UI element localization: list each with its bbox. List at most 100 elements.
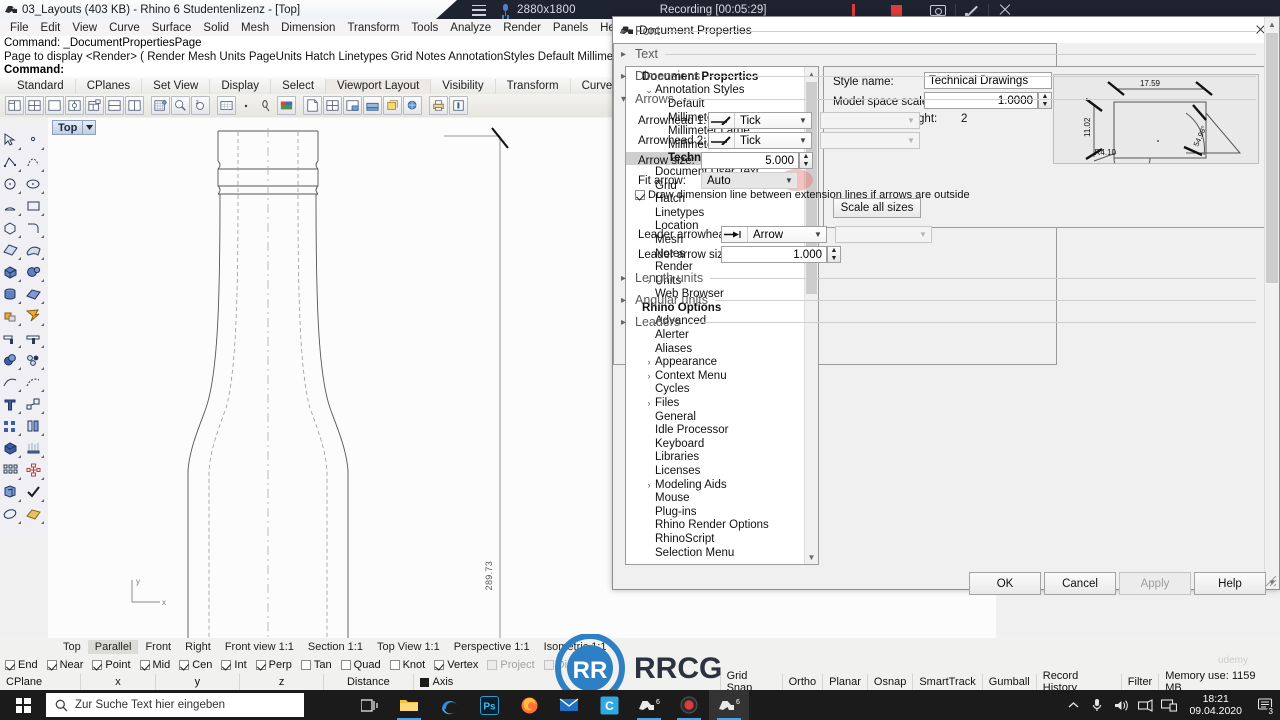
checkbox-icon[interactable] [139, 659, 150, 670]
view-tab-isometric[interactable]: Isometric 1:1 [537, 640, 614, 654]
status-planar[interactable]: Planar [823, 674, 868, 690]
status-gumball[interactable]: Gumball [983, 674, 1037, 690]
menu-item-curve[interactable]: Curve [103, 21, 146, 35]
mirror-icon[interactable] [23, 416, 46, 438]
microphone-icon[interactable] [1085, 690, 1109, 720]
osnap-point[interactable]: Point [92, 659, 131, 671]
firefox-icon[interactable] [509, 690, 549, 720]
tab-standard[interactable]: Standard [6, 79, 76, 94]
status-filter[interactable]: Filter [1122, 674, 1160, 690]
menu-item-transform[interactable]: Transform [341, 21, 405, 35]
resize-grip-icon[interactable] [1265, 575, 1277, 587]
section-leaders[interactable]: ▸ Leaders [621, 314, 1256, 330]
trim-icon[interactable] [0, 328, 23, 350]
hamburger-icon[interactable] [472, 4, 486, 16]
tab-set-view[interactable]: Set View [142, 79, 211, 94]
status-cplane[interactable]: CPlane [0, 674, 82, 690]
status-smarttrack[interactable]: SmartTrack [913, 674, 983, 690]
clock[interactable]: 18:21 09.04.2020 [1181, 693, 1250, 717]
viewport-split-horizontal-icon[interactable] [105, 96, 124, 115]
ok-button[interactable]: OK [969, 572, 1041, 595]
split-icon[interactable] [23, 328, 46, 350]
search-input[interactable]: Zur Suche Text hier eingeben [46, 693, 304, 717]
menu-item-mesh[interactable]: Mesh [235, 21, 275, 35]
boolean-union-icon[interactable] [0, 306, 23, 328]
viewport-four-view-icon[interactable] [25, 96, 44, 115]
checkbox-icon[interactable] [340, 659, 351, 670]
checkbox-icon[interactable] [221, 659, 232, 670]
osnap-end[interactable]: End [5, 659, 38, 671]
check-icon[interactable] [23, 482, 46, 504]
volume-icon[interactable] [1109, 690, 1133, 720]
viewport-single-icon[interactable] [45, 96, 64, 115]
chevron-down-icon[interactable]: ▼ [795, 113, 811, 128]
leader-arrowhead-secondary-select[interactable]: ▼ [835, 226, 932, 243]
menu-item-analyze[interactable]: Analyze [444, 21, 497, 35]
ellipse-icon[interactable] [23, 174, 46, 196]
arrowhead2-secondary-select[interactable]: ▼ [820, 132, 920, 149]
osnap-int[interactable]: Int [221, 659, 247, 671]
array-icon[interactable] [23, 438, 46, 460]
camera-icon[interactable] [929, 4, 946, 16]
menu-item-edit[interactable]: Edit [35, 21, 67, 35]
arrowhead1-select[interactable]: Tick ▼ [708, 112, 812, 129]
section-arrows[interactable]: ▾ Arrows [621, 91, 1256, 107]
chevron-down-icon[interactable]: ▼ [781, 173, 797, 188]
chevron-down-icon[interactable]: ▼ [795, 133, 811, 148]
view-tab-right[interactable]: Right [178, 640, 218, 654]
status-osnap[interactable]: Osnap [868, 674, 914, 690]
grid-settings-icon[interactable] [151, 96, 170, 115]
plane-surface-icon[interactable] [23, 284, 46, 306]
zoom-extents-icon[interactable] [171, 96, 190, 115]
zoom-selected-icon[interactable]: 2 [191, 96, 210, 115]
view-tab-top-view[interactable]: Top View 1:1 [370, 640, 447, 654]
group-icon[interactable] [0, 416, 23, 438]
detail-scale-icon[interactable] [363, 96, 382, 115]
chevron-down-icon[interactable]: ▼ [810, 227, 826, 242]
view-tab-front[interactable]: Front [138, 640, 178, 654]
leader-arrowhead-select[interactable]: Arrow ▼ [721, 226, 827, 243]
mail-icon[interactable] [549, 690, 589, 720]
chevron-down-icon[interactable]: ▼ [903, 133, 919, 148]
layout-grid-icon[interactable] [217, 96, 236, 115]
leader-arrow-size-stepper[interactable]: ▲ ▼ [827, 246, 841, 263]
section-font[interactable]: ▸ Font [621, 23, 1256, 39]
osnap-project[interactable]: Project [487, 659, 535, 671]
cylinder-icon[interactable] [0, 284, 23, 306]
rectangle-icon[interactable] [23, 196, 46, 218]
page-layout-icon[interactable] [383, 96, 402, 115]
checkbox-icon[interactable] [5, 659, 15, 670]
osnap-near[interactable]: Near [46, 659, 83, 671]
globe-icon[interactable] [403, 96, 422, 115]
osnap-perp[interactable]: Perp [255, 659, 292, 671]
pause-icon[interactable] [851, 4, 863, 20]
viewport-new-icon[interactable] [85, 96, 104, 115]
scale-icon[interactable] [23, 394, 46, 416]
osnap-disable[interactable]: Disable [543, 659, 593, 671]
arrowhead2-select[interactable]: Tick ▼ [708, 132, 812, 149]
offset-dashed-icon[interactable] [23, 372, 46, 394]
copy-icon[interactable] [0, 482, 23, 504]
sections-scrollbar[interactable]: ▲ ▼ [1264, 17, 1279, 589]
menu-item-view[interactable]: View [66, 21, 103, 35]
windows-logo-icon[interactable] [0, 690, 46, 720]
loft-surface-icon[interactable] [23, 240, 46, 262]
polyline-icon[interactable] [0, 152, 23, 174]
circle-icon[interactable] [0, 174, 23, 196]
offset-curve-icon[interactable] [0, 372, 23, 394]
close-icon[interactable] [998, 3, 1012, 17]
scrollbar-thumb[interactable] [1266, 33, 1278, 283]
print-icon[interactable] [429, 96, 448, 115]
leader-arrow-size-input[interactable]: 1.000 [721, 246, 827, 263]
task-view-icon[interactable] [349, 690, 389, 720]
tab-viewport-layout[interactable]: Viewport Layout [326, 79, 432, 94]
render-preview-icon[interactable] [277, 96, 296, 115]
detail-view-icon[interactable] [343, 96, 362, 115]
osnap-quad[interactable]: Quad [340, 659, 381, 671]
osnap-knot[interactable]: Knot [389, 659, 425, 671]
microphone-icon[interactable] [500, 3, 510, 17]
boolean-difference-icon[interactable] [0, 350, 23, 372]
section-dimensions[interactable]: ▸ Dimensions [621, 68, 1256, 84]
info-icon[interactable] [449, 96, 468, 115]
display-icon[interactable] [1157, 690, 1181, 720]
